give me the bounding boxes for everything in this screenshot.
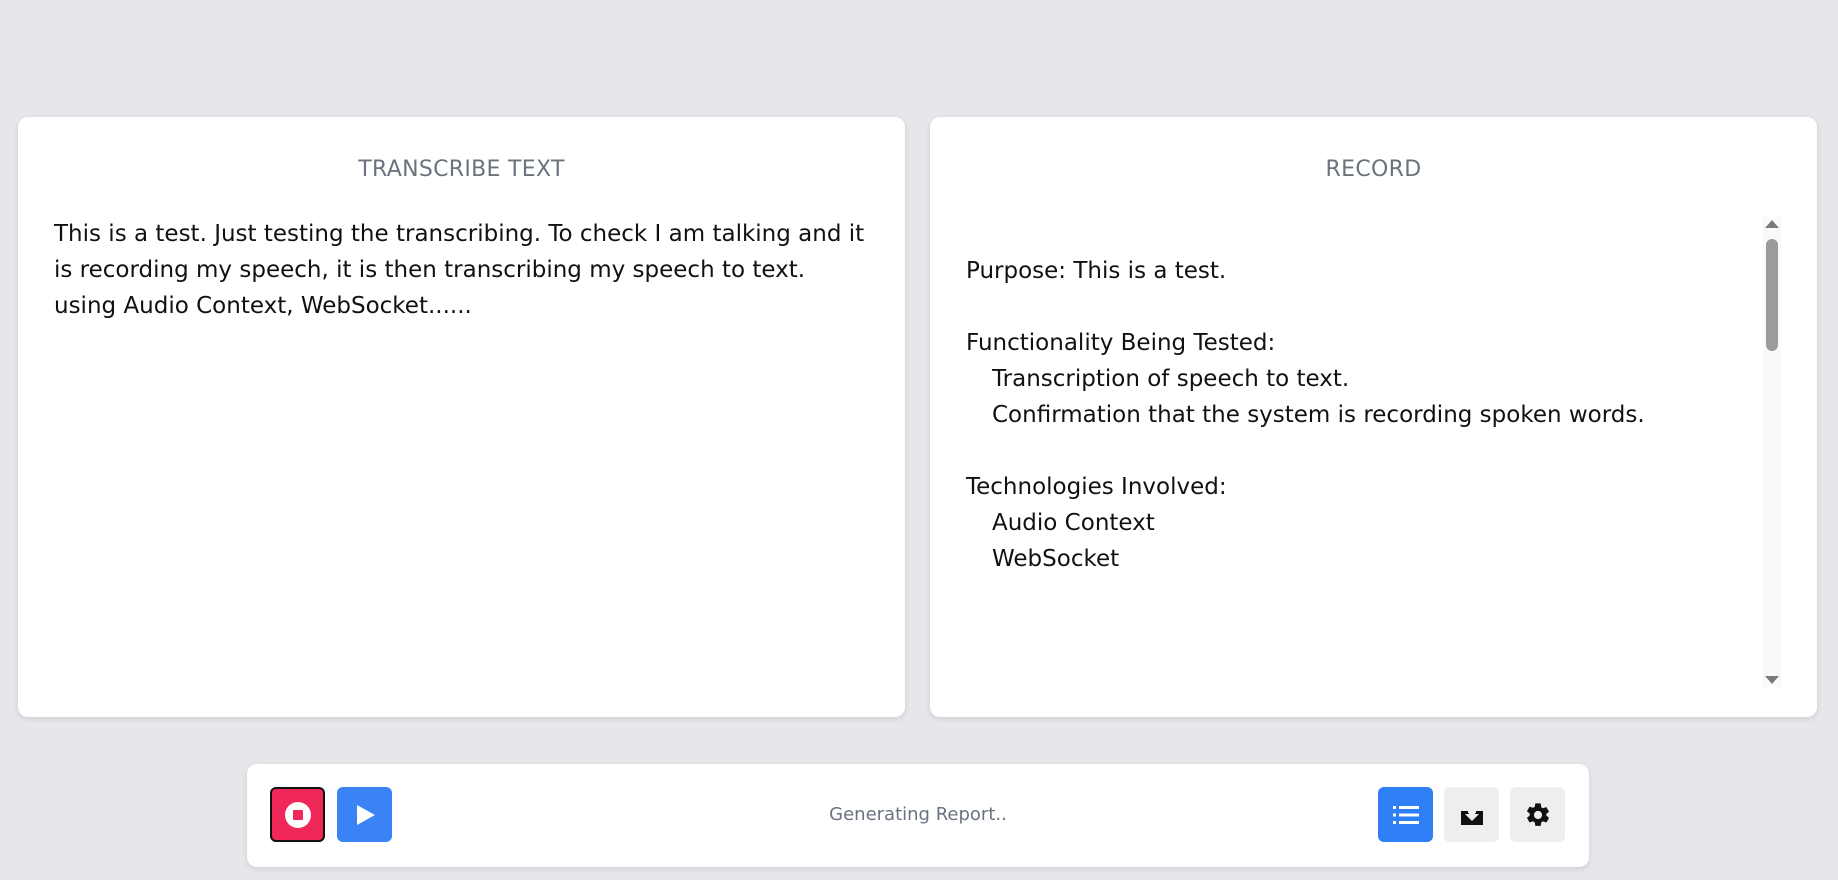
control-toolbar: Generating Report.. [247, 764, 1589, 867]
gear-icon [1526, 802, 1549, 826]
scroll-thumb[interactable] [1766, 239, 1778, 351]
settings-button[interactable] [1510, 787, 1565, 842]
record-panel: RECORD Purpose: This is a test. Function… [930, 117, 1817, 717]
download-icon [1460, 806, 1483, 825]
list-icon [1392, 805, 1419, 824]
record-line: Purpose: This is a test. [966, 258, 1227, 284]
scroll-down-arrow-icon[interactable] [1765, 676, 1779, 684]
record-line [966, 289, 1757, 325]
transcribe-panel: TRANSCRIBE TEXT This is a test. Just tes… [18, 117, 905, 717]
transcript-text: This is a test. Just testing the transcr… [54, 221, 865, 319]
download-button[interactable] [1444, 787, 1499, 842]
record-line: Technologies Involved: [966, 474, 1227, 500]
record-panel-title: RECORD [1325, 157, 1422, 182]
record-scrollbar[interactable] [1763, 217, 1781, 687]
record-line: Audio Context [992, 510, 1155, 536]
record-line: Transcription of speech to text. [992, 366, 1350, 392]
record-line: Confirmation that the system is recordin… [992, 402, 1645, 428]
record-line [966, 433, 1757, 469]
record-line: Functionality Being Tested: [966, 330, 1276, 356]
scroll-up-arrow-icon[interactable] [1765, 220, 1779, 228]
list-button[interactable] [1378, 787, 1433, 842]
record-content: Purpose: This is a test. Functionality B… [966, 253, 1757, 577]
record-line: WebSocket [992, 546, 1120, 572]
transcribe-panel-title: TRANSCRIBE TEXT [358, 157, 565, 182]
